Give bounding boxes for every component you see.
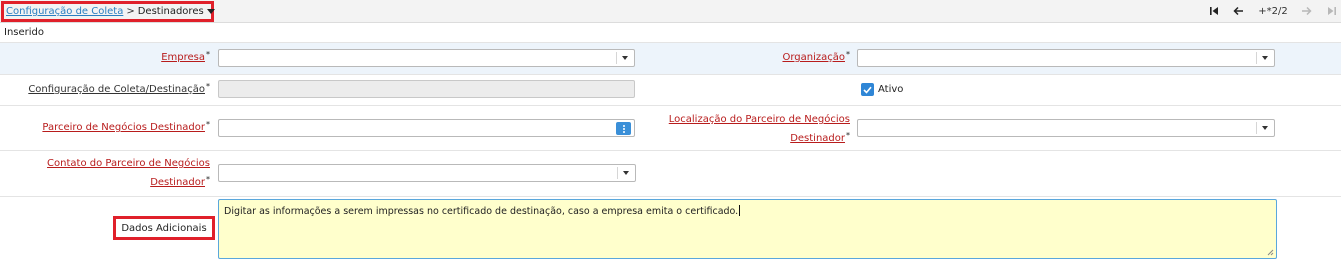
contato-label-line2: Destinador: [150, 177, 205, 188]
empresa-label-text: Empresa: [161, 52, 205, 63]
chevron-down-icon[interactable]: [206, 9, 215, 14]
dados-adicionais-label: Dados Adicionais: [113, 216, 215, 240]
lookup-icon[interactable]: [616, 122, 631, 135]
breadcrumb-separator: >: [126, 6, 135, 17]
required-marker: *: [846, 50, 850, 59]
localizacao-label-line2: Destinador: [790, 133, 845, 144]
contato-select[interactable]: [218, 164, 636, 182]
empresa-select[interactable]: [218, 49, 635, 67]
required-marker: *: [206, 50, 210, 59]
organizacao-label-text: Organização: [782, 52, 845, 63]
config-destinacao-label: Configuração de Coleta/Destinação*: [10, 80, 210, 99]
empresa-label: Empresa*: [60, 48, 210, 67]
next-record-button[interactable]: [1299, 3, 1313, 19]
dados-adicionais-label-text: Dados Adicionais: [121, 222, 207, 234]
previous-record-button[interactable]: [1231, 3, 1245, 19]
last-record-icon: [1328, 7, 1336, 15]
checkmark-icon: [863, 86, 872, 94]
resize-handle-icon[interactable]: [1266, 248, 1274, 256]
contato-label-line1: Contato do Parceiro de Negócios: [47, 158, 210, 169]
arrow-right-icon: [1301, 6, 1312, 16]
config-destinacao-label-text: Configuração de Coleta/Destinação: [28, 84, 205, 95]
parceiro-destinador-label-text: Parceiro de Negócios Destinador: [42, 122, 205, 133]
required-marker: *: [846, 131, 850, 140]
chevron-down-icon[interactable]: [616, 50, 634, 66]
toolbar: Configuração de Coleta > Destinadores +*…: [0, 0, 1341, 23]
last-record-button[interactable]: [1325, 3, 1339, 19]
organizacao-label: Organização*: [700, 48, 850, 67]
ativo-label: Ativo: [878, 84, 904, 95]
chevron-down-icon[interactable]: [617, 165, 635, 181]
breadcrumb-parent-link[interactable]: Configuração de Coleta: [6, 6, 123, 17]
breadcrumb: Configuração de Coleta > Destinadores: [1, 1, 215, 22]
text-cursor: [739, 205, 741, 216]
dados-adicionais-textarea[interactable]: Digitar as informações a serem impressas…: [218, 199, 1277, 259]
localizacao-label: Localização do Parceiro de Negócios Dest…: [650, 110, 850, 148]
config-destinacao-field: [218, 80, 635, 98]
first-record-icon: [1210, 7, 1218, 15]
record-status: Inserido: [4, 27, 45, 38]
localizacao-label-line1: Localização do Parceiro de Negócios: [668, 114, 850, 125]
required-marker: *: [206, 82, 210, 91]
record-counter-text: +*2/2: [1258, 5, 1288, 17]
breadcrumb-current[interactable]: Destinadores: [138, 6, 204, 17]
chevron-down-icon[interactable]: [1256, 50, 1274, 66]
dados-adicionais-value: Digitar as informações a serem impressas…: [224, 206, 739, 217]
parceiro-destinador-input[interactable]: [218, 119, 635, 137]
required-marker: *: [206, 120, 210, 129]
chevron-down-icon[interactable]: [1256, 120, 1274, 136]
record-counter: +*2/2: [1258, 3, 1288, 19]
parceiro-destinador-label: Parceiro de Negócios Destinador*: [20, 118, 210, 137]
first-record-button[interactable]: [1207, 3, 1221, 19]
organizacao-select[interactable]: [857, 49, 1275, 67]
arrow-left-icon: [1232, 6, 1243, 16]
required-marker: *: [206, 175, 210, 184]
ativo-checkbox[interactable]: [861, 83, 874, 96]
localizacao-select[interactable]: [857, 119, 1275, 137]
contato-label: Contato do Parceiro de Negócios Destinad…: [10, 154, 210, 192]
